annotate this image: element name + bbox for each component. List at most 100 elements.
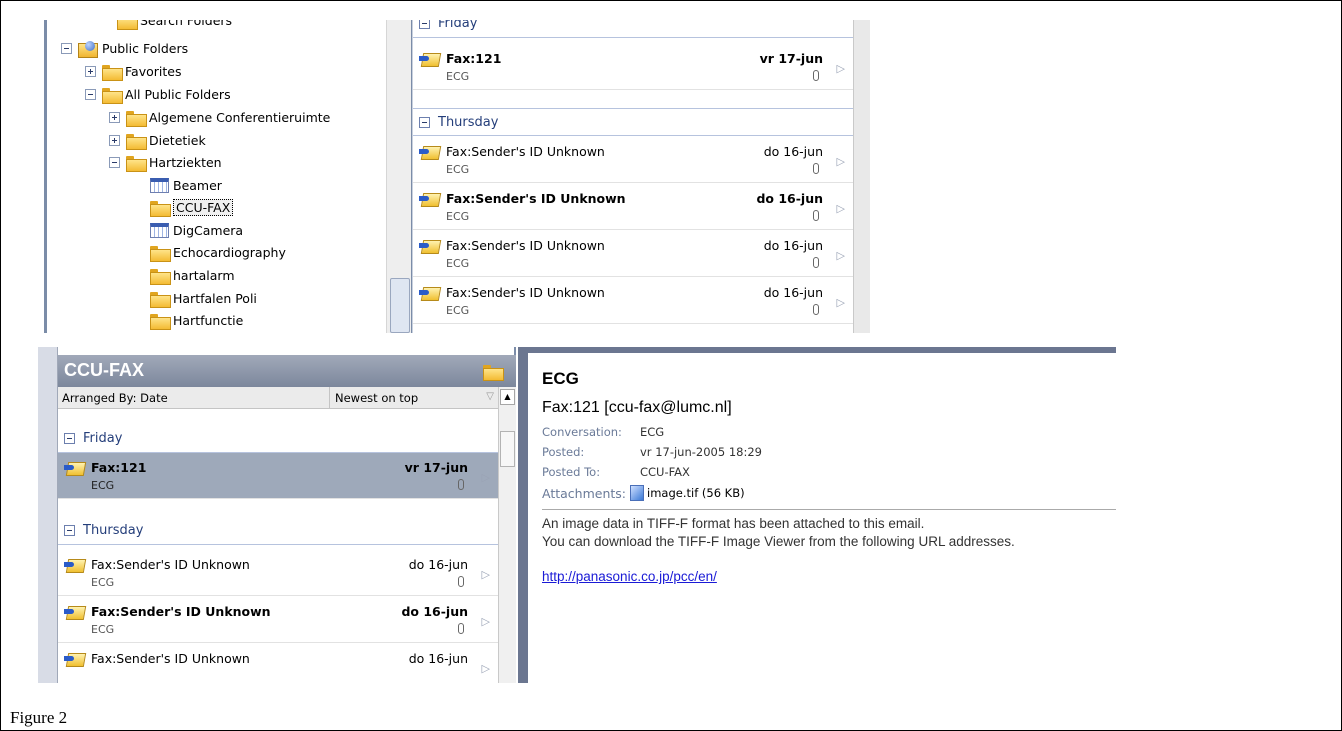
- list-item[interactable]: Fax:Sender's ID Unknown ECG do 16-jun ▷: [413, 137, 853, 183]
- arranged-by-button[interactable]: Arranged By: Date: [62, 391, 168, 405]
- expand-icon[interactable]: [109, 112, 120, 123]
- tree-item-conferentieruimte[interactable]: Algemene Conferentieruimte: [109, 107, 330, 128]
- tree-item-public-folders[interactable]: Public Folders: [61, 38, 188, 59]
- fax-envelope-icon: [419, 143, 439, 159]
- tree-item-hartalarm[interactable]: hartalarm: [150, 265, 235, 286]
- message-subject: Fax:121: [91, 460, 147, 475]
- attachments-row: Attachments: image.tif (56 KB): [542, 485, 1112, 501]
- group-label: Thursday: [438, 114, 499, 130]
- navigation-pane-edge: [38, 347, 58, 683]
- tree-item-hartfalen-poli[interactable]: Hartfalen Poli: [150, 288, 257, 309]
- folder-icon: [150, 268, 171, 285]
- tree-item-beamer[interactable]: Beamer: [150, 175, 222, 196]
- tree-label: Favorites: [125, 64, 182, 79]
- collapse-icon[interactable]: [64, 525, 75, 536]
- collapse-icon[interactable]: [109, 157, 120, 168]
- header-divider: [542, 509, 1116, 510]
- group-thursday[interactable]: Thursday: [413, 108, 853, 136]
- tree-label: Search Folders: [140, 20, 233, 28]
- group-friday[interactable]: Friday: [413, 20, 853, 38]
- scrollbar-thumb[interactable]: [390, 278, 410, 333]
- tree-item-all-public-folders[interactable]: All Public Folders: [85, 84, 231, 105]
- message-list-top: Friday Fax:121 ECG vr 17-jun ▷ Thursday …: [412, 20, 870, 333]
- tree-scrollbar[interactable]: [386, 20, 411, 333]
- folder-icon: [150, 313, 171, 330]
- flag-icon[interactable]: ▷: [482, 615, 490, 628]
- expand-icon[interactable]: [85, 66, 96, 77]
- tree-item-digcamera[interactable]: DigCamera: [150, 220, 243, 241]
- paperclip-icon: [458, 623, 464, 634]
- scroll-up-icon[interactable]: ▲: [500, 389, 515, 405]
- body-line: An image data in TIFF-F format has been …: [542, 516, 925, 531]
- flag-icon[interactable]: ▷: [482, 662, 490, 675]
- list-item[interactable]: Fax:Sender's ID Unknown ECG do 16-jun ▷: [58, 550, 498, 596]
- list-item[interactable]: Fax:Sender's ID Unknown ECG do 16-jun ▷: [413, 231, 853, 277]
- list-item-selected[interactable]: Fax:121 ECG vr 17-jun ▷: [58, 453, 498, 499]
- flag-icon[interactable]: ▷: [837, 249, 845, 262]
- tree-label: Hartfalen Poli: [173, 291, 257, 306]
- message-sender[interactable]: Fax:121 [ccu-fax@lumc.nl]: [542, 399, 1112, 417]
- message-subject: Fax:Sender's ID Unknown: [446, 144, 605, 159]
- tree-item-hartziekten[interactable]: Hartziekten: [109, 152, 222, 173]
- tree-item-dietetiek[interactable]: Dietetiek: [109, 130, 206, 151]
- tree-item-ccu-fax[interactable]: CCU-FAX: [150, 197, 234, 218]
- collapse-icon[interactable]: [419, 20, 430, 29]
- message-date: do 16-jun: [401, 604, 468, 619]
- message-from: ECG: [91, 623, 115, 636]
- folder-icon: [150, 245, 171, 262]
- message-subject: Fax:Sender's ID Unknown: [91, 604, 271, 619]
- flag-icon[interactable]: ▷: [482, 568, 490, 581]
- search-folder-icon: [117, 20, 138, 30]
- flag-icon[interactable]: ▷: [837, 62, 845, 75]
- calendar-icon: [150, 178, 169, 193]
- tree-item-search-folders[interactable]: Search Folders: [117, 20, 232, 31]
- paperclip-icon: [813, 257, 819, 268]
- group-friday[interactable]: Friday: [58, 425, 498, 453]
- message-list: CCU-FAX Arranged By: Date Newest on top …: [58, 347, 516, 683]
- posted-value: vr 17-jun-2005 18:29: [640, 445, 762, 459]
- fax-envelope-icon: [419, 50, 439, 66]
- reading-pane: ECG Fax:121 [ccu-fax@lumc.nl] Conversati…: [518, 347, 1116, 683]
- flag-icon[interactable]: ▷: [837, 202, 845, 215]
- collapse-icon[interactable]: [419, 116, 430, 128]
- flag-icon[interactable]: ▷: [482, 471, 490, 484]
- message-date: do 16-jun: [756, 191, 823, 206]
- list-scrollbar[interactable]: ▲: [498, 387, 516, 683]
- folder-icon: [150, 200, 171, 217]
- list-item[interactable]: Fax:Sender's ID Unknown do 16-jun ▷: [58, 644, 498, 683]
- collapse-icon[interactable]: [61, 43, 72, 54]
- message-date: do 16-jun: [408, 651, 468, 666]
- collapse-icon[interactable]: [64, 433, 75, 444]
- conversation-row: Conversation: ECG: [542, 425, 1112, 439]
- download-link[interactable]: http://panasonic.co.jp/pcc/en/: [542, 569, 1112, 584]
- message-date: do 16-jun: [763, 285, 823, 300]
- flag-icon[interactable]: ▷: [837, 296, 845, 309]
- tree-label: Echocardiography: [173, 245, 286, 260]
- paperclip-icon: [813, 70, 819, 81]
- fax-envelope-icon: [64, 603, 84, 619]
- tree-item-echocardiography[interactable]: Echocardiography: [150, 242, 286, 263]
- expand-icon[interactable]: [109, 135, 120, 146]
- fax-envelope-icon: [64, 459, 84, 475]
- collapse-icon[interactable]: [85, 89, 96, 100]
- list-item[interactable]: Fax:Sender's ID Unknown ECG do 16-jun ▷: [58, 597, 498, 643]
- sort-order-button[interactable]: Newest on top ▽: [329, 387, 498, 409]
- flag-icon[interactable]: ▷: [837, 155, 845, 168]
- folder-icon: [126, 110, 147, 127]
- posted-to-label: Posted To:: [542, 465, 601, 479]
- tree-item-favorites[interactable]: Favorites: [85, 61, 181, 82]
- message-list-scrollbar[interactable]: [853, 20, 870, 333]
- attachments-label: Attachments:: [542, 485, 627, 501]
- message-from: ECG: [446, 163, 470, 176]
- list-item[interactable]: Fax:Sender's ID Unknown ECG do 16-jun ▷: [413, 278, 853, 324]
- list-item[interactable]: Fax:121 ECG vr 17-jun ▷: [413, 44, 853, 90]
- image-file-icon[interactable]: [630, 485, 645, 501]
- folder-header: CCU-FAX: [58, 355, 516, 387]
- scrollbar-thumb[interactable]: [500, 431, 515, 467]
- tree-item-hartfunctie[interactable]: Hartfunctie: [150, 310, 243, 331]
- message-subject-heading: ECG: [542, 369, 579, 388]
- attachment-link[interactable]: image.tif (56 KB): [647, 486, 745, 500]
- list-item[interactable]: Fax:Sender's ID Unknown ECG do 16-jun ▷: [413, 184, 853, 230]
- group-thursday[interactable]: Thursday: [58, 517, 498, 545]
- paperclip-icon: [813, 163, 819, 174]
